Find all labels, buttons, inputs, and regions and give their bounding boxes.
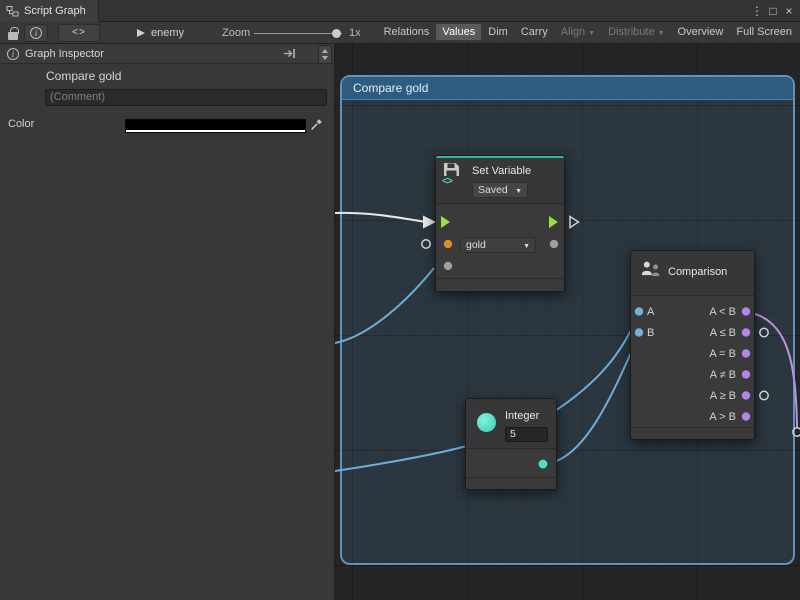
dim-button[interactable]: Dim (482, 24, 514, 40)
comparison-footer (631, 427, 754, 439)
graph-asset-icon (136, 28, 146, 38)
node-comparison[interactable]: Comparison A B A < B A ≤ B A = B A ≠ B A… (630, 250, 755, 440)
relations-button[interactable]: Relations (378, 24, 436, 40)
graph-title: Compare gold (46, 69, 121, 83)
variable-name-dropdown[interactable]: gold ▼ (460, 237, 536, 253)
color-field[interactable] (125, 119, 306, 133)
variable-kind-dropdown[interactable]: Saved ▼ (472, 182, 528, 198)
output-label-a-eq-b: A = B (709, 344, 736, 365)
carry-button[interactable]: Carry (515, 24, 554, 40)
variable-name-value: gold (466, 239, 486, 251)
tab-title: Script Graph (24, 5, 86, 17)
title-bar: Script Graph ⋮ □ × (0, 0, 800, 22)
caret-down-icon: ▼ (588, 30, 595, 37)
set-variable-title: Set Variable (472, 165, 531, 177)
info-icon: i (30, 27, 42, 39)
variable-code-icon: <> (442, 177, 452, 188)
output-label-a-gt-b: A > B (709, 407, 736, 428)
graph-toolbar: i <> enemy Zoom 1x Relations Values Dim … (0, 22, 800, 44)
close-icon[interactable]: × (781, 4, 797, 18)
inspector-title: Graph Inspector (25, 48, 104, 60)
output-label-a-lte-b: A ≤ B (710, 323, 736, 344)
scroll-up-icon[interactable] (322, 49, 328, 53)
group-title: Compare gold (342, 77, 428, 95)
align-dropdown[interactable]: Align ▼ (555, 24, 601, 40)
dock-icon[interactable] (283, 48, 296, 59)
save-variable-icon (443, 162, 460, 177)
tab-script-graph[interactable]: Script Graph (0, 0, 99, 22)
script-graph-icon (6, 5, 19, 17)
caret-down-icon: ▼ (515, 188, 522, 195)
variable-accent-bar (436, 156, 564, 158)
breadcrumb-label: enemy (151, 27, 184, 39)
info-icon: i (7, 48, 19, 60)
distribute-label: Distribute (608, 26, 654, 38)
output-label-a-gte-b: A ≥ B (710, 386, 736, 407)
lock-icon[interactable] (8, 32, 18, 40)
alpha-bar (126, 130, 305, 133)
variable-kind-value: Saved (478, 184, 508, 196)
eyedropper-icon[interactable] (310, 117, 324, 131)
zoom-slider-track[interactable] (254, 33, 342, 35)
unity-script-graph-window: Script Graph ⋮ □ × i <> enemy Zoom 1x (0, 0, 800, 600)
integer-title: Integer (505, 410, 539, 422)
toolbar-buttons: Relations Values Dim Carry Align ▼ Distr… (378, 24, 798, 40)
inspector-scroll-spinner[interactable] (318, 45, 332, 64)
code-icon: <> (72, 28, 86, 39)
graph-breadcrumb-enemy[interactable]: enemy (136, 22, 184, 44)
menu-icon[interactable]: ⋮ (749, 4, 765, 18)
integer-footer (466, 477, 556, 489)
inspector-header: i Graph Inspector (0, 44, 334, 64)
comparison-header[interactable]: Comparison (631, 251, 754, 296)
inspect-toggle-button[interactable]: i (24, 24, 48, 42)
full-screen-button[interactable]: Full Screen (730, 24, 798, 40)
node-integer[interactable]: Integer 5 (465, 398, 557, 490)
input-label-b: B (647, 323, 654, 344)
zoom-slider-thumb[interactable] (332, 29, 341, 38)
comparison-title: Comparison (668, 266, 727, 278)
maximize-icon[interactable]: □ (765, 4, 781, 18)
values-button[interactable]: Values (436, 24, 481, 40)
comparison-icon (640, 260, 662, 278)
window-controls: ⋮ □ × (749, 0, 797, 22)
node-set-variable[interactable]: <> Set Variable Saved ▼ gold ▼ (435, 155, 565, 292)
input-label-a: A (647, 302, 654, 323)
color-label: Color (8, 118, 34, 130)
align-label: Align (561, 26, 585, 38)
integer-icon (477, 413, 496, 432)
overview-button[interactable]: Overview (672, 24, 730, 40)
set-variable-footer (436, 278, 564, 291)
zoom-value: 1x (349, 27, 361, 39)
distribute-dropdown[interactable]: Distribute ▼ (602, 24, 670, 40)
zoom-label: Zoom (222, 27, 250, 39)
graph-inspector-panel: i Graph Inspector Compare gold (Comment)… (0, 44, 335, 600)
output-label-a-neq-b: A ≠ B (710, 365, 736, 386)
zoom-slider[interactable] (254, 28, 342, 38)
integer-header[interactable]: Integer 5 (466, 399, 556, 449)
caret-down-icon: ▼ (523, 243, 530, 250)
code-view-button[interactable]: <> (58, 24, 100, 42)
graph-canvas[interactable]: Compare gold <> Set Variable (335, 44, 800, 600)
scroll-down-icon[interactable] (322, 56, 328, 60)
set-variable-header[interactable]: <> Set Variable Saved ▼ (436, 156, 564, 204)
integer-value-field[interactable]: 5 (505, 427, 548, 442)
output-label-a-lt-b: A < B (709, 302, 736, 323)
comment-input[interactable]: (Comment) (45, 89, 327, 106)
caret-down-icon: ▼ (658, 30, 665, 37)
group-header[interactable]: Compare gold (342, 77, 793, 100)
